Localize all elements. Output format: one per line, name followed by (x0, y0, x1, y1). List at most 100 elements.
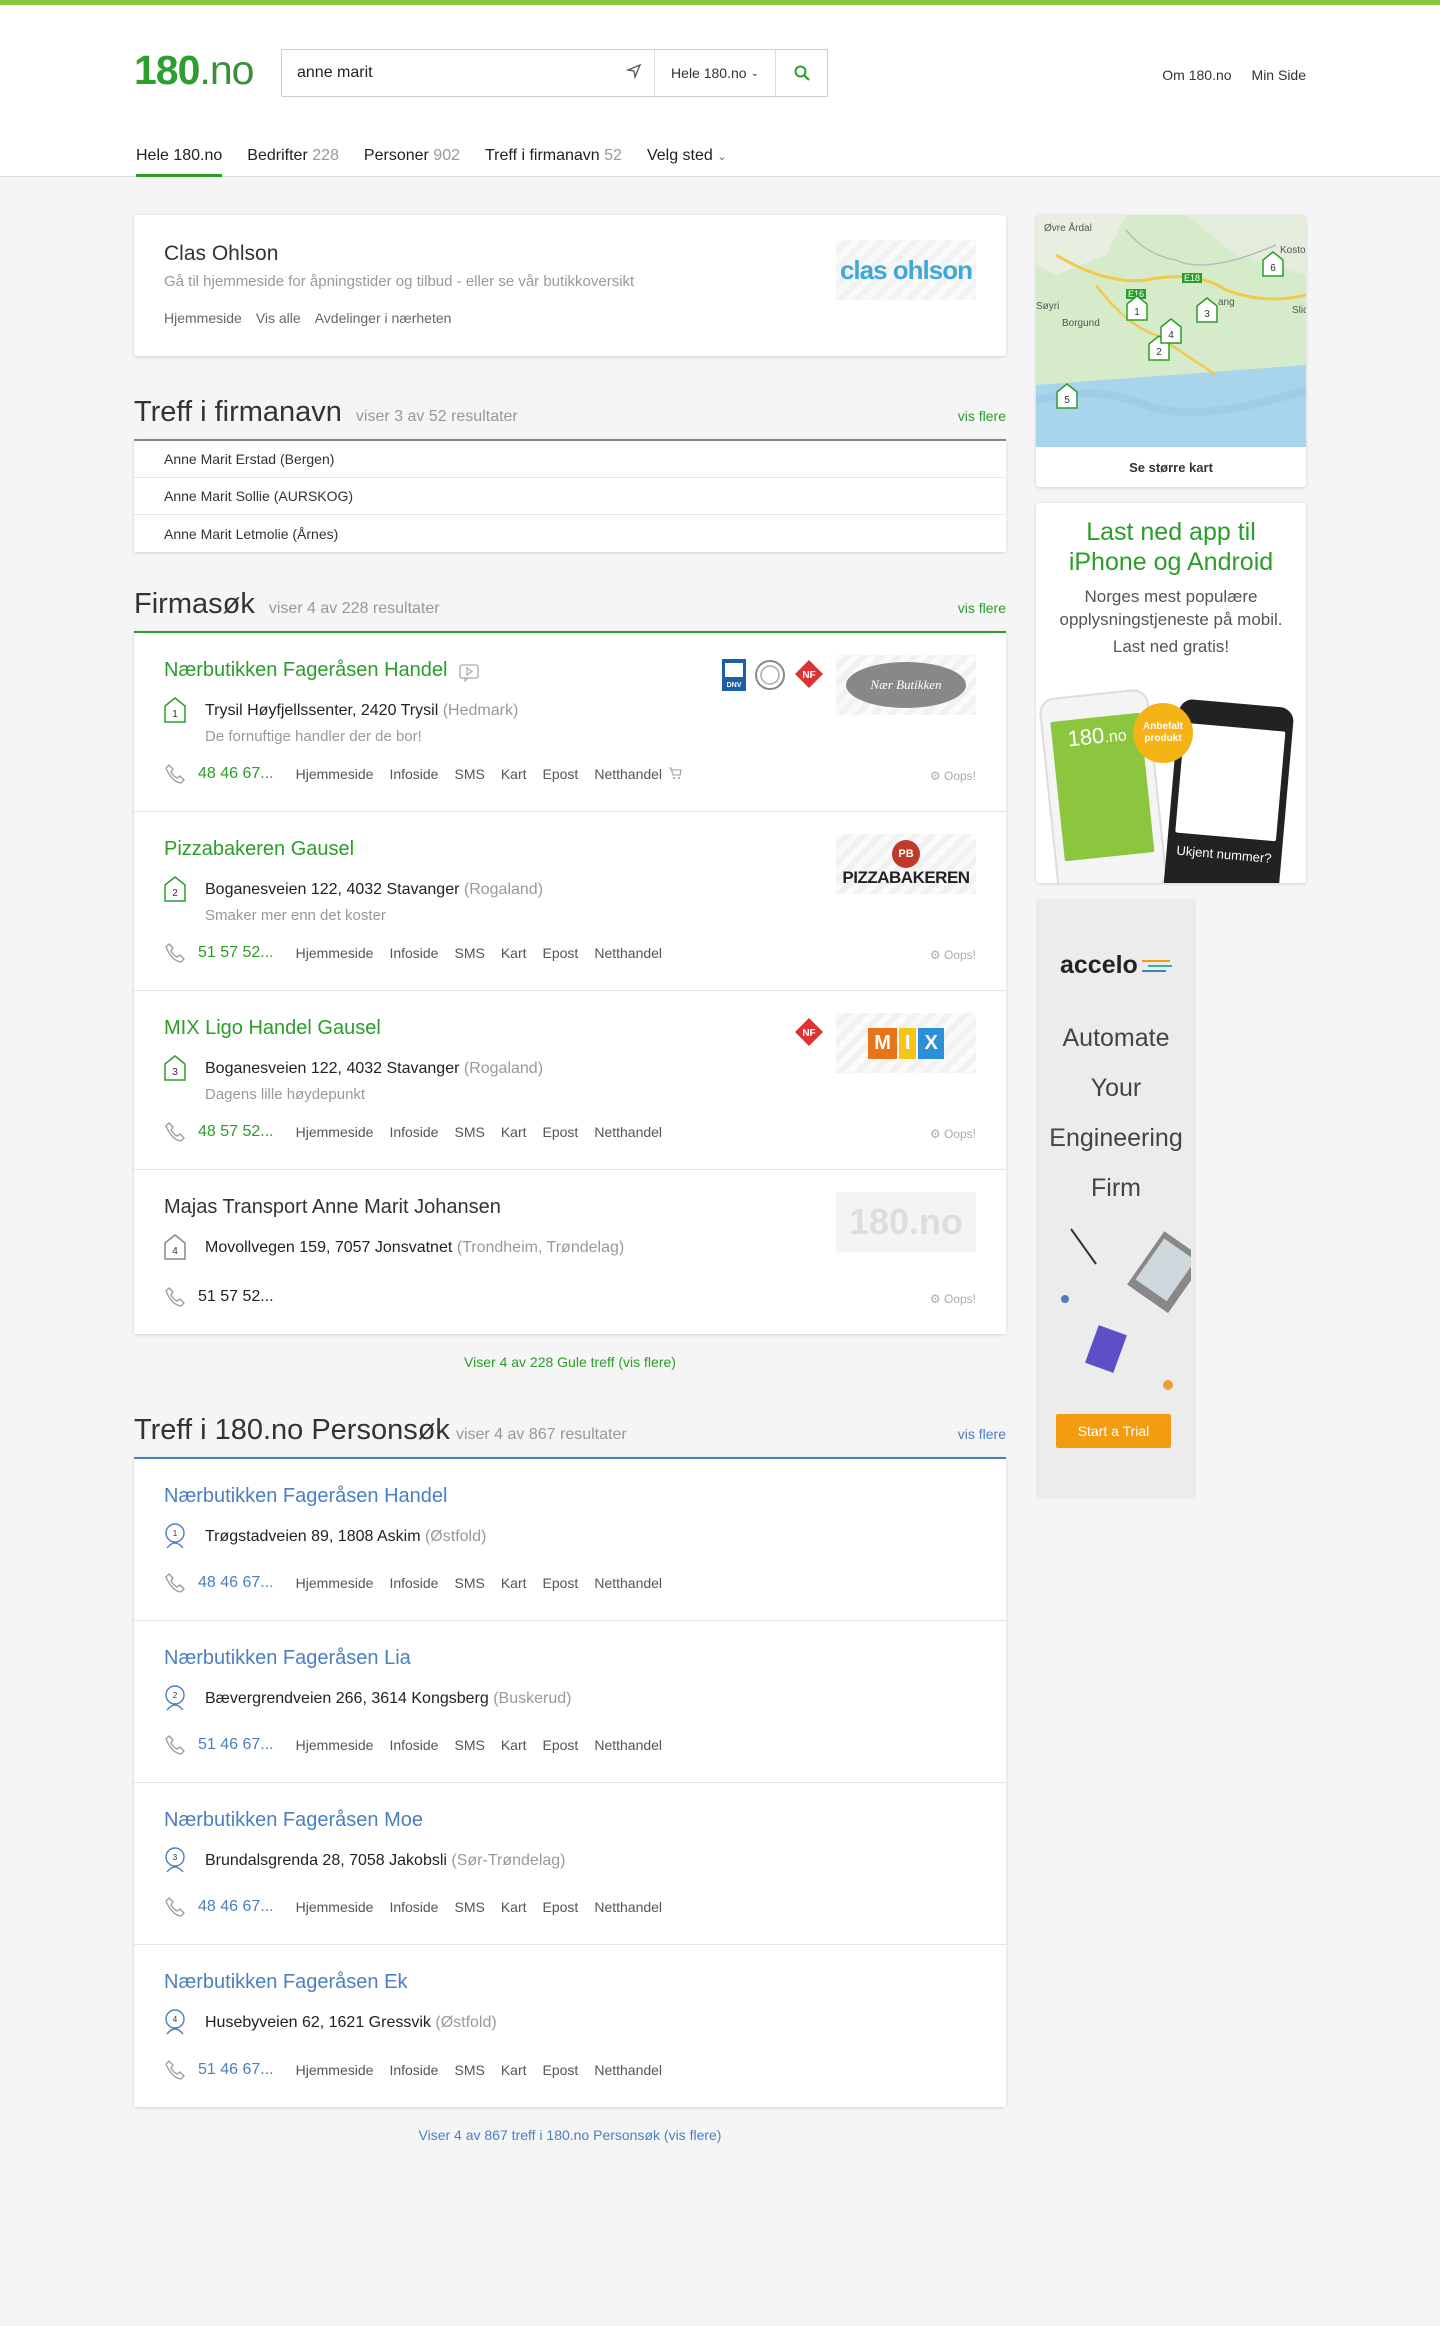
map-card[interactable]: Øvre Årdal Borgund E16 E18 Søyri Slid Ko… (1036, 215, 1306, 487)
tab-all[interactable]: Hele 180.no (136, 147, 223, 177)
action-infopage[interactable]: Infoside (389, 1899, 438, 1915)
action-sms[interactable]: SMS (454, 1899, 484, 1915)
location-arrow-icon[interactable] (614, 63, 654, 84)
action-sms[interactable]: SMS (454, 1124, 484, 1140)
action-infopage[interactable]: Infoside (389, 1124, 438, 1140)
action-infopage[interactable]: Infoside (389, 945, 438, 961)
map-pin[interactable]: 6 (1262, 251, 1284, 282)
action-sms[interactable]: SMS (454, 766, 484, 782)
site-logo[interactable]: 180.no (134, 47, 254, 94)
action-homepage[interactable]: Hjemmeside (296, 1899, 374, 1915)
show-more-link[interactable]: vis flere (958, 1426, 1006, 1442)
action-homepage[interactable]: Hjemmeside (296, 945, 374, 961)
tab-choose-place[interactable]: Velg sted ⌄ (647, 147, 727, 177)
action-email[interactable]: Epost (543, 1124, 579, 1140)
action-shop[interactable]: Netthandel (594, 1124, 662, 1140)
action-sms[interactable]: SMS (454, 1737, 484, 1753)
action-email[interactable]: Epost (543, 1899, 579, 1915)
report-error-link[interactable]: ⚙ Oops! (930, 948, 976, 962)
promo-title[interactable]: Clas Ohlson (164, 242, 278, 266)
clas-ohlson-logo[interactable]: clas ohlson (836, 240, 976, 300)
result-name[interactable]: Nærbutikken Fageråsen Handel (164, 1485, 448, 1508)
report-error-link[interactable]: ⚙ Oops! (930, 1127, 976, 1141)
app-ad-cta[interactable]: Last ned gratis! (1036, 635, 1306, 658)
bigger-map-link[interactable]: Se større kart (1036, 447, 1306, 487)
result-name[interactable]: MIX Ligo Handel Gausel (164, 1017, 381, 1040)
action-email[interactable]: Epost (543, 1575, 579, 1591)
phone-number[interactable]: 48 57 52... (198, 1123, 274, 1141)
my-page-link[interactable]: Min Side (1252, 67, 1306, 83)
company-logo[interactable]: Nær Butikken (836, 655, 976, 715)
about-link[interactable]: Om 180.no (1162, 67, 1231, 83)
map-pin[interactable]: 4 (1160, 318, 1182, 349)
action-infopage[interactable]: Infoside (389, 1575, 438, 1591)
list-item[interactable]: Anne Marit Letmolie (Årnes) (134, 515, 1006, 552)
map-image[interactable]: Øvre Årdal Borgund E16 E18 Søyri Slid Ko… (1036, 215, 1306, 447)
action-map[interactable]: Kart (501, 945, 527, 961)
promo-link-nearby[interactable]: Avdelinger i nærheten (315, 310, 452, 326)
search-input[interactable]: anne marit (282, 64, 614, 82)
tab-company-names[interactable]: Treff i firmanavn 52 (485, 147, 622, 177)
person-more-link[interactable]: Viser 4 av 867 treff i 180.no Personsøk … (134, 2127, 1006, 2143)
action-sms[interactable]: SMS (454, 1575, 484, 1591)
action-sms[interactable]: SMS (454, 2062, 484, 2078)
show-more-link[interactable]: vis flere (958, 408, 1006, 424)
action-infopage[interactable]: Infoside (389, 766, 438, 782)
action-email[interactable]: Epost (543, 1737, 579, 1753)
action-map[interactable]: Kart (501, 1737, 527, 1753)
phone-number[interactable]: 51 46 67... (198, 1736, 274, 1754)
action-shop[interactable]: Netthandel (594, 766, 662, 782)
result-name[interactable]: Nærbutikken Fageråsen Lia (164, 1647, 411, 1670)
report-error-link[interactable]: ⚙ Oops! (930, 1292, 976, 1306)
action-homepage[interactable]: Hjemmeside (296, 2062, 374, 2078)
phone-number[interactable]: 48 46 67... (198, 765, 274, 783)
action-homepage[interactable]: Hjemmeside (296, 1124, 374, 1140)
company-more-link[interactable]: Viser 4 av 228 Gule treff (vis flere) (134, 1354, 1006, 1370)
result-name[interactable]: Nærbutikken Fageråsen Ek (164, 1971, 407, 1994)
action-homepage[interactable]: Hjemmeside (296, 1575, 374, 1591)
action-sms[interactable]: SMS (454, 945, 484, 961)
action-email[interactable]: Epost (543, 2062, 579, 2078)
map-pin[interactable]: 3 (1196, 297, 1218, 328)
result-name[interactable]: Nærbutikken Fageråsen Moe (164, 1809, 423, 1832)
action-email[interactable]: Epost (543, 766, 579, 782)
result-name[interactable]: Majas Transport Anne Marit Johansen (164, 1196, 501, 1219)
promo-link-all[interactable]: Vis alle (256, 310, 301, 326)
action-homepage[interactable]: Hjemmeside (296, 1737, 374, 1753)
list-item[interactable]: Anne Marit Erstad (Bergen) (134, 441, 1006, 478)
action-map[interactable]: Kart (501, 2062, 527, 2078)
phone-number[interactable]: 51 46 67... (198, 2061, 274, 2079)
action-map[interactable]: Kart (501, 1575, 527, 1591)
phone-number[interactable]: 48 46 67... (198, 1898, 274, 1916)
action-shop[interactable]: Netthandel (594, 2062, 662, 2078)
action-homepage[interactable]: Hjemmeside (296, 766, 374, 782)
action-infopage[interactable]: Infoside (389, 1737, 438, 1753)
company-logo[interactable]: PB PIZZABAKEREN (836, 834, 976, 894)
action-shop[interactable]: Netthandel (594, 1575, 662, 1591)
result-name[interactable]: Pizzabakeren Gausel (164, 838, 354, 861)
action-email[interactable]: Epost (543, 945, 579, 961)
scope-select[interactable]: Hele 180.no ⌄ (654, 50, 775, 96)
action-map[interactable]: Kart (501, 766, 527, 782)
company-logo[interactable]: 180.no (836, 1192, 976, 1252)
tab-companies[interactable]: Bedrifter 228 (247, 147, 339, 177)
company-logo[interactable]: M I X (836, 1013, 976, 1073)
action-shop[interactable]: Netthandel (594, 1737, 662, 1753)
video-icon[interactable] (459, 664, 479, 687)
tab-persons[interactable]: Personer 902 (364, 147, 460, 177)
result-name[interactable]: Nærbutikken Fageråsen Handel (164, 659, 448, 682)
app-ad[interactable]: Last ned app til iPhone og Android Norge… (1036, 503, 1306, 883)
map-pin[interactable]: 5 (1056, 383, 1078, 414)
accelo-ad[interactable]: accelo Automate Your Engineering Firm St… (1036, 899, 1196, 1499)
list-item[interactable]: Anne Marit Sollie (AURSKOG) (134, 478, 1006, 515)
action-shop[interactable]: Netthandel (594, 1899, 662, 1915)
phone-number[interactable]: 51 57 52... (198, 944, 274, 962)
phone-number[interactable]: 51 57 52... (198, 1288, 274, 1306)
action-infopage[interactable]: Infoside (389, 2062, 438, 2078)
action-map[interactable]: Kart (501, 1899, 527, 1915)
phone-number[interactable]: 48 46 67... (198, 1574, 274, 1592)
action-shop[interactable]: Netthandel (594, 945, 662, 961)
promo-link-homepage[interactable]: Hjemmeside (164, 310, 242, 326)
start-trial-button[interactable]: Start a Trial (1056, 1414, 1171, 1448)
report-error-link[interactable]: ⚙ Oops! (930, 769, 976, 783)
